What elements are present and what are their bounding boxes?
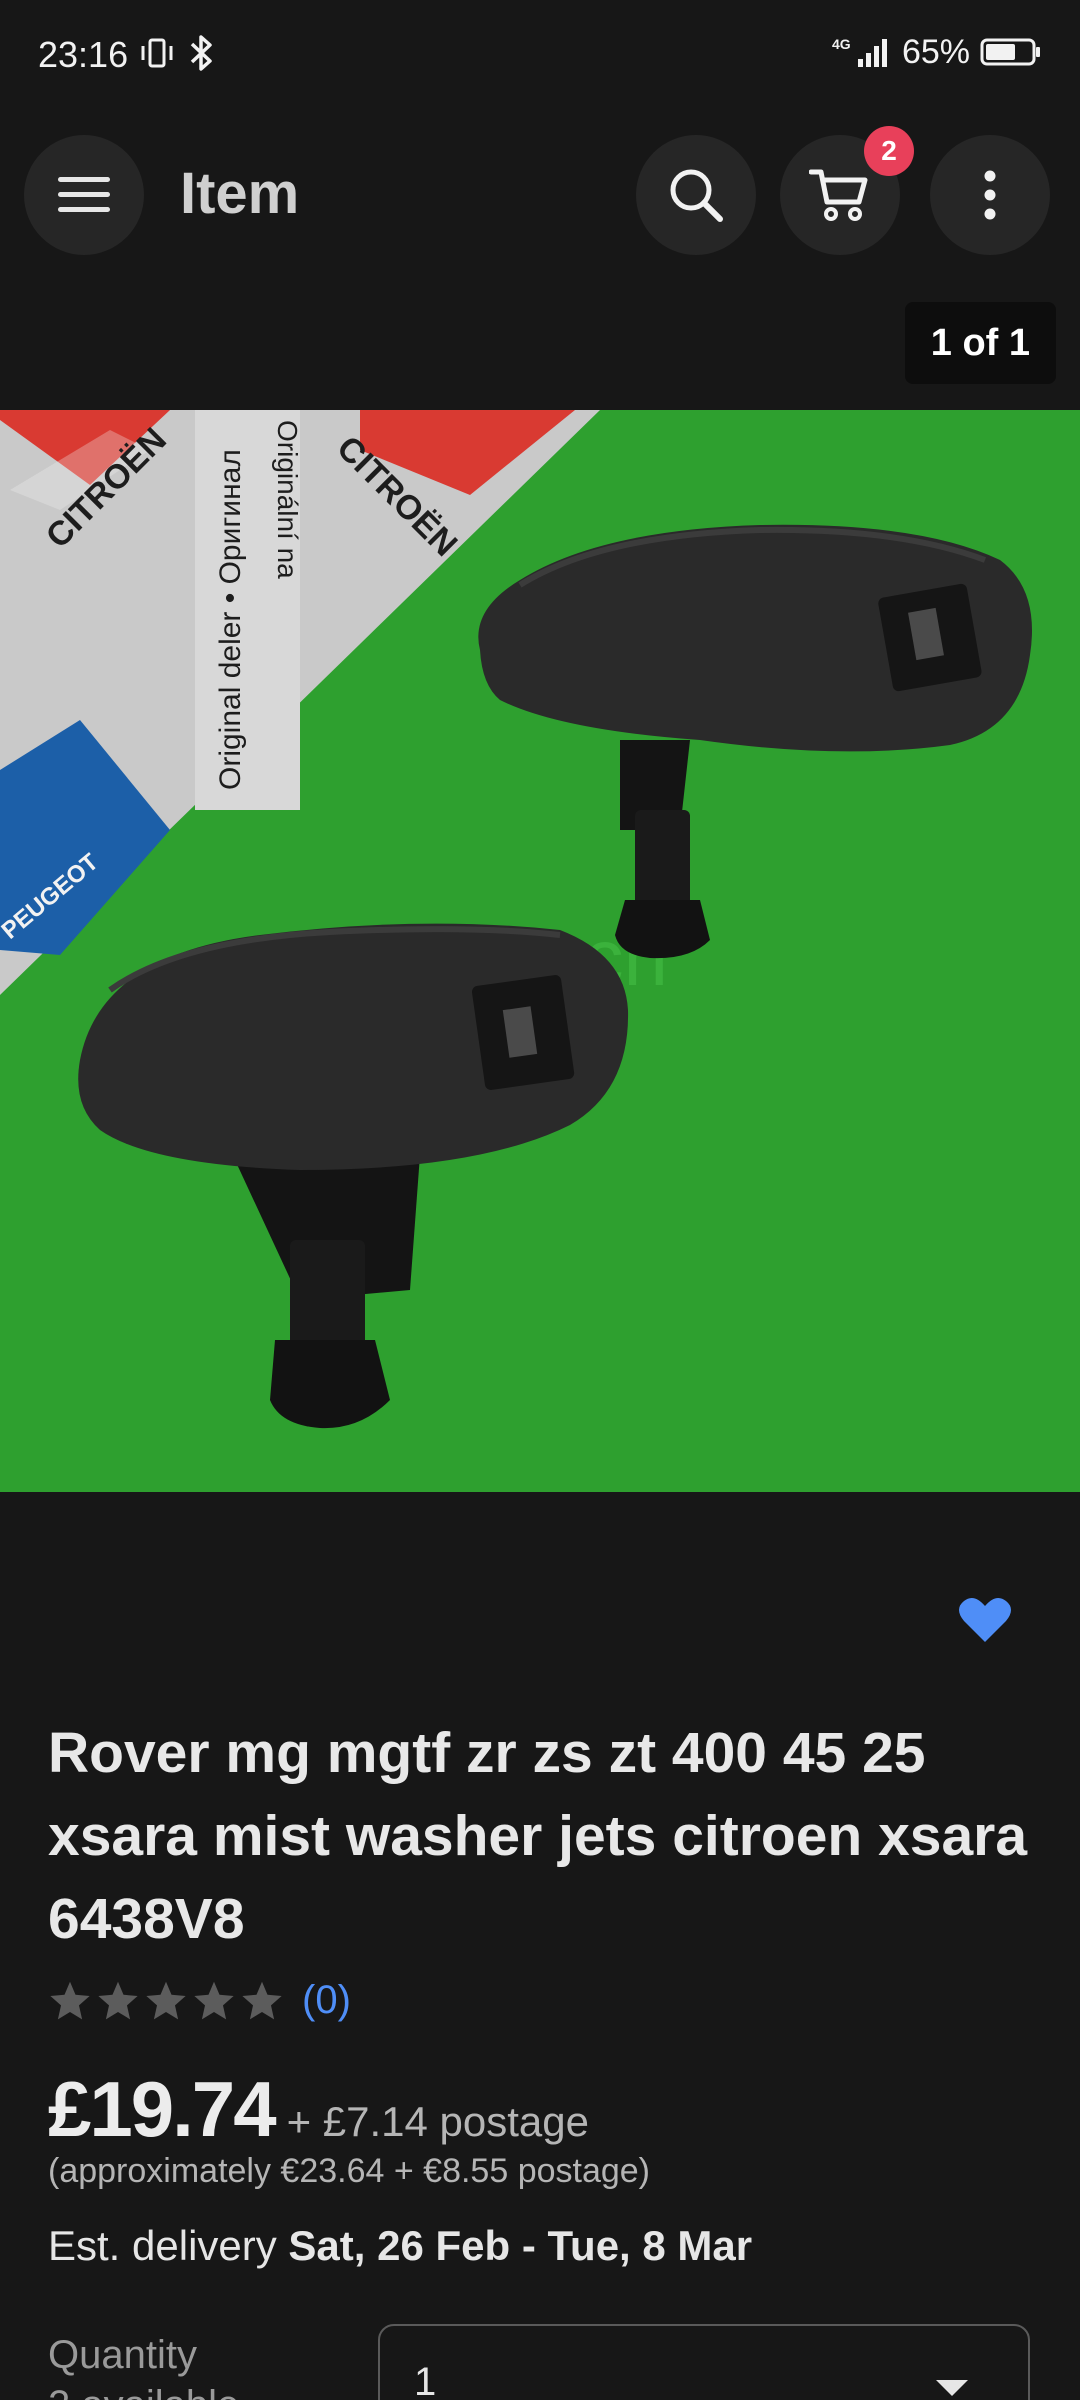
rating[interactable]: (0) bbox=[48, 1978, 351, 2023]
quantity-available-text: 2 available bbox=[48, 2380, 239, 2400]
star-icon bbox=[146, 1981, 186, 2019]
chevron-down-icon bbox=[936, 2380, 968, 2396]
quantity-select[interactable]: 1 bbox=[378, 2324, 1030, 2400]
search-button[interactable] bbox=[636, 135, 756, 255]
listing-title: Rover mg mgtf zr zs zt 400 45 25 xsara m… bbox=[48, 1721, 1028, 1951]
battery-percent: 65% bbox=[901, 32, 970, 71]
vibrate-icon bbox=[141, 38, 173, 68]
battery-icon bbox=[980, 38, 1040, 66]
page-title: Item bbox=[180, 161, 300, 226]
more-vertical-icon bbox=[984, 170, 996, 220]
quantity-value: 1 bbox=[414, 2360, 437, 2400]
app-bar: Item 2 bbox=[0, 110, 1080, 280]
network-type: 4G bbox=[832, 36, 851, 52]
star-icon bbox=[98, 1981, 138, 2019]
hamburger-menu-icon bbox=[58, 177, 110, 212]
search-icon bbox=[670, 169, 723, 222]
estimated-delivery: Est. delivery Sat, 26 Feb - Tue, 8 Mar bbox=[48, 2222, 752, 2270]
delivery-label: Est. delivery bbox=[48, 2222, 277, 2269]
star-icon bbox=[50, 1981, 90, 2019]
menu-button[interactable] bbox=[24, 135, 144, 255]
status-time: 23:16 bbox=[38, 34, 129, 75]
packaging-text-2: Originální na bbox=[272, 420, 303, 579]
status-right: 4G 65% bbox=[832, 32, 1042, 72]
price: £19.74 bbox=[48, 2065, 277, 2153]
packaging-text-1: Original deler • Оригинал bbox=[214, 449, 247, 790]
heart-icon bbox=[959, 1597, 1011, 1642]
product-image[interactable]: CITROËN CITROËN Original deler • Оригина… bbox=[0, 410, 1080, 1492]
cart-count-badge: 2 bbox=[864, 126, 914, 176]
delivery-dates: Sat, 26 Feb - Tue, 8 Mar bbox=[288, 2222, 753, 2269]
quantity-label-text: Quantity bbox=[48, 2333, 197, 2377]
product-photo: CITROËN CITROËN Original deler • Оригина… bbox=[0, 410, 1080, 1492]
star-icon bbox=[242, 1981, 282, 2019]
price-row: £19.74 + £7.14 postage bbox=[48, 2064, 589, 2155]
more-options-button[interactable] bbox=[930, 135, 1050, 255]
quantity-label: Quantity 2 available bbox=[48, 2330, 239, 2400]
approx-price: (approximately €23.64 + €8.55 postage) bbox=[48, 2152, 651, 2190]
rating-count-link[interactable]: (0) bbox=[302, 1978, 351, 2023]
rating-stars bbox=[48, 1979, 284, 2023]
star-icon bbox=[194, 1981, 234, 2019]
bluetooth-icon bbox=[190, 35, 212, 71]
battery-fill bbox=[986, 44, 1015, 60]
image-counter: 1 of 1 bbox=[904, 302, 1056, 384]
status-bar: 23:16 4G 65% bbox=[0, 0, 1080, 110]
watchlist-button[interactable] bbox=[940, 1575, 1030, 1665]
signal-icon: 4G bbox=[832, 36, 887, 67]
cart-icon bbox=[809, 169, 868, 221]
postage-cost: + £7.14 postage bbox=[286, 2098, 590, 2145]
